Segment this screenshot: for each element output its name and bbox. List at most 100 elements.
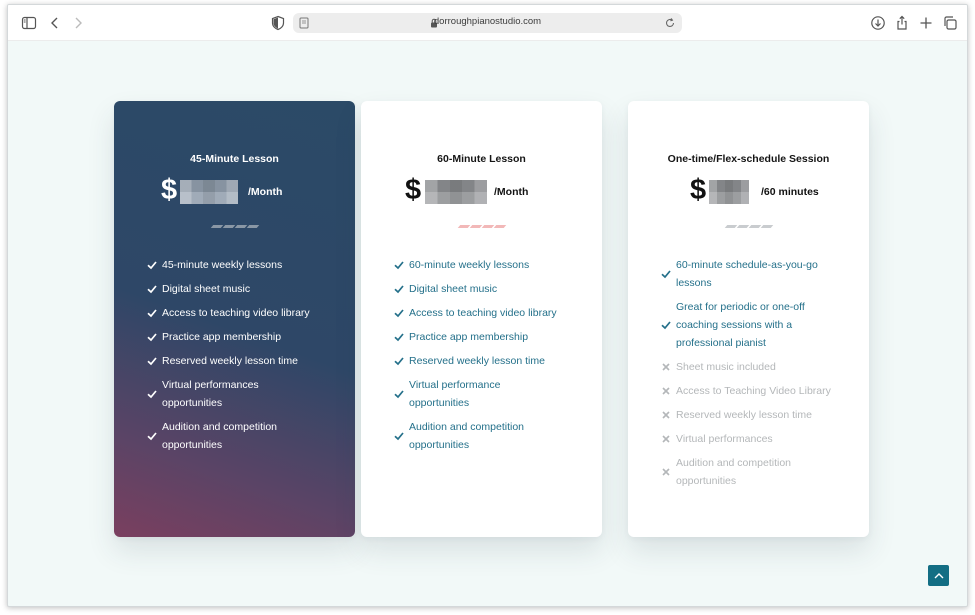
check-icon	[394, 284, 409, 294]
sidebar-icon[interactable]	[20, 14, 38, 32]
feature-text: Audition and competition opportunities	[409, 421, 524, 451]
feature-item: Reserved weekly lesson time	[394, 352, 582, 370]
feature-text: Practice app membership	[409, 331, 529, 343]
check-icon	[661, 320, 676, 330]
check-icon	[394, 332, 409, 342]
card-title: 60-Minute Lesson	[437, 153, 526, 165]
feature-item: Audition and competition opportunities	[394, 418, 582, 454]
price: $ /60 minutes	[628, 174, 869, 208]
shield-icon[interactable]	[269, 14, 287, 32]
cross-icon	[661, 467, 676, 477]
feature-item: Reserved weekly lesson time	[147, 352, 335, 370]
reload-icon[interactable]	[664, 17, 676, 29]
check-icon	[147, 308, 162, 318]
feature-list: 45-minute weekly lessons Digital sheet m…	[147, 256, 335, 460]
feature-text: Reserved weekly lesson time	[676, 409, 812, 421]
feature-text: Sheet music included	[676, 361, 776, 373]
check-icon	[147, 260, 162, 270]
divider-dashes	[361, 225, 602, 228]
check-icon	[394, 389, 409, 399]
feature-text: Access to teaching video library	[409, 307, 557, 319]
feature-item: 60-minute schedule-as-you-go lessons	[661, 256, 849, 292]
feature-text: Virtual performance opportunities	[409, 379, 501, 409]
feature-item: Practice app membership	[394, 328, 582, 346]
price-amount-blurred	[709, 180, 749, 204]
feature-item: Virtual performance opportunities	[394, 376, 582, 412]
feature-text: Digital sheet music	[162, 283, 251, 295]
tabs-overview-icon[interactable]	[941, 14, 959, 32]
currency-symbol: $	[405, 174, 422, 206]
feature-list: 60-minute weekly lessons Digital sheet m…	[394, 256, 582, 460]
chevron-left-icon[interactable]	[46, 14, 64, 32]
feature-item: Audition and competition opportunities	[661, 454, 849, 490]
pricing-card-60-minute: 60-Minute Lesson $ /Month 60-minute week…	[361, 101, 602, 537]
check-icon	[394, 260, 409, 270]
price: $ /Month	[361, 174, 602, 208]
url-text: dorroughpianostudio.com	[433, 16, 542, 27]
pricing-card-flex-session: One-time/Flex-schedule Session $ /60 min…	[628, 101, 869, 537]
feature-list: 60-minute schedule-as-you-go lessons Gre…	[661, 256, 849, 496]
share-icon[interactable]	[893, 14, 911, 32]
feature-text: Digital sheet music	[409, 283, 498, 295]
chevron-right-icon[interactable]	[69, 14, 87, 32]
feature-text: Virtual performances opportunities	[162, 379, 259, 409]
chevron-up-icon	[934, 572, 943, 578]
check-icon	[394, 308, 409, 318]
feature-text: Reserved weekly lesson time	[162, 355, 298, 367]
price-period: /60 minutes	[761, 186, 819, 198]
address-bar[interactable]: dorroughpianostudio.com	[293, 13, 682, 33]
card-title: 45-Minute Lesson	[190, 153, 279, 165]
card-title: One-time/Flex-schedule Session	[667, 153, 830, 165]
check-icon	[661, 269, 676, 279]
check-icon	[394, 356, 409, 366]
check-icon	[147, 431, 162, 441]
check-icon	[147, 389, 162, 399]
price-amount-blurred	[425, 180, 487, 204]
feature-text: Audition and competition opportunities	[676, 457, 791, 487]
browser-window: dorroughpianostudio.com 45-Minute Lesson…	[7, 4, 968, 607]
cross-icon	[661, 386, 676, 396]
feature-text: Virtual performances	[676, 433, 773, 445]
feature-item: Access to Teaching Video Library	[661, 382, 849, 400]
feature-text: 45-minute weekly lessons	[162, 259, 283, 271]
check-icon	[147, 356, 162, 366]
divider-dashes	[114, 225, 355, 228]
check-icon	[147, 332, 162, 342]
feature-text: Practice app membership	[162, 331, 282, 343]
check-icon	[147, 284, 162, 294]
feature-item: Access to teaching video library	[147, 304, 335, 322]
price-amount-blurred	[180, 180, 238, 204]
feature-item: Digital sheet music	[394, 280, 582, 298]
feature-item: Practice app membership	[147, 328, 335, 346]
browser-toolbar: dorroughpianostudio.com	[8, 5, 967, 41]
feature-text: Access to teaching video library	[162, 307, 310, 319]
download-icon[interactable]	[869, 14, 887, 32]
cross-icon	[661, 434, 676, 444]
divider-dashes	[628, 225, 869, 228]
feature-text: 60-minute weekly lessons	[409, 259, 530, 271]
feature-item: 45-minute weekly lessons	[147, 256, 335, 274]
feature-item: Sheet music included	[661, 358, 849, 376]
price-period: /Month	[494, 186, 529, 198]
check-icon	[394, 431, 409, 441]
price: $ /Month	[114, 174, 355, 208]
feature-text: 60-minute schedule-as-you-go lessons	[676, 259, 818, 289]
cross-icon	[661, 410, 676, 420]
plus-icon[interactable]	[917, 14, 935, 32]
feature-item: Access to teaching video library	[394, 304, 582, 322]
feature-text: Great for periodic or one-off coaching s…	[676, 301, 805, 349]
feature-text: Audition and competition opportunities	[162, 421, 277, 451]
feature-item: Reserved weekly lesson time	[661, 406, 849, 424]
price-period: /Month	[248, 186, 283, 198]
feature-item: Digital sheet music	[147, 280, 335, 298]
feature-item: Virtual performances	[661, 430, 849, 448]
scroll-to-top-button[interactable]	[928, 565, 949, 586]
currency-symbol: $	[161, 174, 178, 206]
feature-text: Access to Teaching Video Library	[676, 385, 831, 397]
feature-item: 60-minute weekly lessons	[394, 256, 582, 274]
currency-symbol: $	[690, 174, 707, 206]
pricing-card-45-minute: 45-Minute Lesson $ /Month 45-minute week…	[114, 101, 355, 537]
feature-item: Audition and competition opportunities	[147, 418, 335, 454]
feature-item: Virtual performances opportunities	[147, 376, 335, 412]
feature-text: Reserved weekly lesson time	[409, 355, 545, 367]
